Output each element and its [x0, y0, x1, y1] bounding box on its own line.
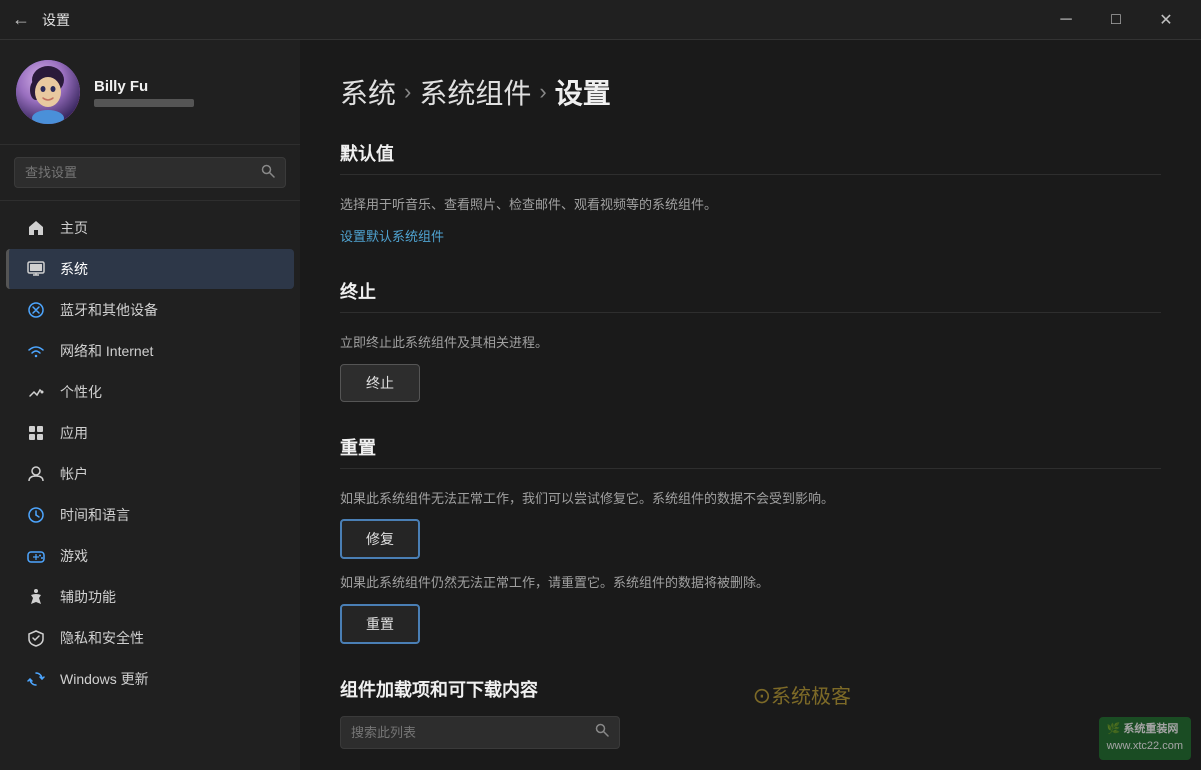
content-area: 系统 › 系统组件 › 设置 默认值 选择用于听音乐、查看照片、检查邮件、观看视…: [300, 40, 1201, 770]
breadcrumb-current: 设置: [555, 72, 611, 112]
apps-icon: [26, 423, 46, 443]
sidebar-item-accessibility[interactable]: 辅助功能: [6, 577, 294, 617]
sidebar-item-gaming[interactable]: 游戏: [6, 536, 294, 576]
section-terminate: 终止 立即终止此系统组件及其相关进程。 终止: [340, 278, 1161, 402]
maximize-button[interactable]: □: [1093, 5, 1139, 35]
user-account-bar: [94, 99, 194, 107]
titlebar: ← 设置 ─ □ ✕: [0, 0, 1201, 40]
network-icon: [26, 341, 46, 361]
addon-title: 组件加载项和可下载内容: [340, 676, 1161, 702]
reset-button[interactable]: 重置: [340, 604, 420, 644]
sidebar-item-label-bluetooth: 蓝牙和其他设备: [60, 300, 158, 320]
sidebar-item-label-privacy: 隐私和安全性: [60, 628, 144, 648]
privacy-icon: [26, 628, 46, 648]
reset-divider: [340, 468, 1161, 469]
sidebar-item-bluetooth[interactable]: 蓝牙和其他设备: [6, 290, 294, 330]
reset-title: 重置: [340, 434, 1161, 460]
terminate-divider: [340, 312, 1161, 313]
bluetooth-icon: [26, 300, 46, 320]
sidebar-item-network[interactable]: 网络和 Internet: [6, 331, 294, 371]
terminate-desc: 立即终止此系统组件及其相关进程。: [340, 333, 1161, 354]
breadcrumb-sep-1: ›: [404, 79, 411, 105]
time-icon: [26, 505, 46, 525]
sidebar-item-label-accessibility: 辅助功能: [60, 587, 116, 607]
sidebar-item-personalize[interactable]: 个性化: [6, 372, 294, 412]
defaults-link[interactable]: 设置默认系统组件: [340, 229, 444, 244]
nav-items: 主页 系统: [0, 201, 300, 706]
search-icon: [261, 164, 275, 181]
reset-subsection: 如果此系统组件仍然无法正常工作，请重置它。系统组件的数据将被删除。 重置: [340, 573, 1161, 644]
section-addon: 组件加载项和可下载内容 管理员 格式头部 排放控制 各组件 列出: [340, 676, 1161, 770]
search-box[interactable]: [14, 157, 286, 188]
sidebar-item-update[interactable]: Windows 更新: [6, 659, 294, 699]
back-button[interactable]: ←: [12, 9, 30, 30]
sidebar-item-accounts[interactable]: 帐户: [6, 454, 294, 494]
sidebar-item-label-update: Windows 更新: [60, 669, 149, 689]
titlebar-controls: ─ □ ✕: [1043, 5, 1189, 35]
section-defaults: 默认值 选择用于听音乐、查看照片、检查邮件、观看视频等的系统组件。 设置默认系统…: [340, 140, 1161, 246]
update-icon: [26, 669, 46, 689]
sidebar-item-label-network: 网络和 Internet: [60, 341, 153, 361]
table-col-3: 各组件 列出: [956, 763, 1161, 770]
addon-search-box[interactable]: [340, 716, 620, 749]
sidebar-item-system[interactable]: 系统: [6, 249, 294, 289]
user-info: Billy Fu: [94, 78, 194, 107]
breadcrumb-sep-2: ›: [539, 79, 546, 105]
personalize-icon: [26, 382, 46, 402]
sidebar-item-label-accounts: 帐户: [60, 464, 88, 484]
defaults-desc: 选择用于听音乐、查看照片、检查邮件、观看视频等的系统组件。: [340, 195, 1161, 216]
terminate-title: 终止: [340, 278, 1161, 304]
addon-search-icon: [595, 723, 609, 742]
defaults-divider: [340, 174, 1161, 175]
titlebar-left: ← 设置: [12, 9, 70, 30]
gaming-icon: [26, 546, 46, 566]
accessibility-icon: [26, 587, 46, 607]
user-name: Billy Fu: [94, 78, 194, 95]
sidebar-item-privacy[interactable]: 隐私和安全性: [6, 618, 294, 658]
home-icon: [26, 218, 46, 238]
defaults-title: 默认值: [340, 140, 1161, 166]
system-icon: [26, 259, 46, 279]
reset-desc1: 如果此系统组件无法正常工作，我们可以尝试修复它。系统组件的数据不会受到影响。: [340, 489, 1161, 510]
titlebar-title: 设置: [42, 10, 70, 30]
table-col-0: 管理员: [340, 763, 545, 770]
table-header: 管理员 格式头部 排放控制 各组件 列出: [340, 763, 1161, 770]
sidebar-item-label-time: 时间和语言: [60, 505, 130, 525]
addon-search-input[interactable]: [351, 725, 587, 740]
sidebar-item-label-home: 主页: [60, 218, 88, 238]
sidebar: Billy Fu: [0, 40, 300, 770]
main-layout: Billy Fu: [0, 40, 1201, 770]
sidebar-item-time[interactable]: 时间和语言: [6, 495, 294, 535]
section-reset: 重置 如果此系统组件无法正常工作，我们可以尝试修复它。系统组件的数据不会受到影响…: [340, 434, 1161, 645]
close-button[interactable]: ✕: [1143, 5, 1189, 35]
sidebar-item-label-system: 系统: [60, 259, 88, 279]
user-profile[interactable]: Billy Fu: [0, 40, 300, 145]
sidebar-item-label-apps: 应用: [60, 423, 88, 443]
reset-desc2: 如果此系统组件仍然无法正常工作，请重置它。系统组件的数据将被删除。: [340, 573, 1161, 594]
sidebar-item-home[interactable]: 主页: [6, 208, 294, 248]
accounts-icon: [26, 464, 46, 484]
breadcrumb: 系统 › 系统组件 › 设置: [340, 72, 1161, 112]
table-col-2: 排放控制: [751, 763, 956, 770]
sidebar-item-apps[interactable]: 应用: [6, 413, 294, 453]
minimize-button[interactable]: ─: [1043, 5, 1089, 35]
table-col-1: 格式头部: [545, 763, 750, 770]
search-container: [0, 145, 300, 201]
sidebar-item-label-personalize: 个性化: [60, 382, 102, 402]
repair-button[interactable]: 修复: [340, 519, 420, 559]
terminate-button[interactable]: 终止: [340, 364, 420, 402]
search-input[interactable]: [25, 165, 253, 180]
sidebar-item-label-gaming: 游戏: [60, 546, 88, 566]
avatar: [16, 60, 80, 124]
breadcrumb-system: 系统: [340, 72, 396, 112]
breadcrumb-components: 系统组件: [419, 72, 531, 112]
